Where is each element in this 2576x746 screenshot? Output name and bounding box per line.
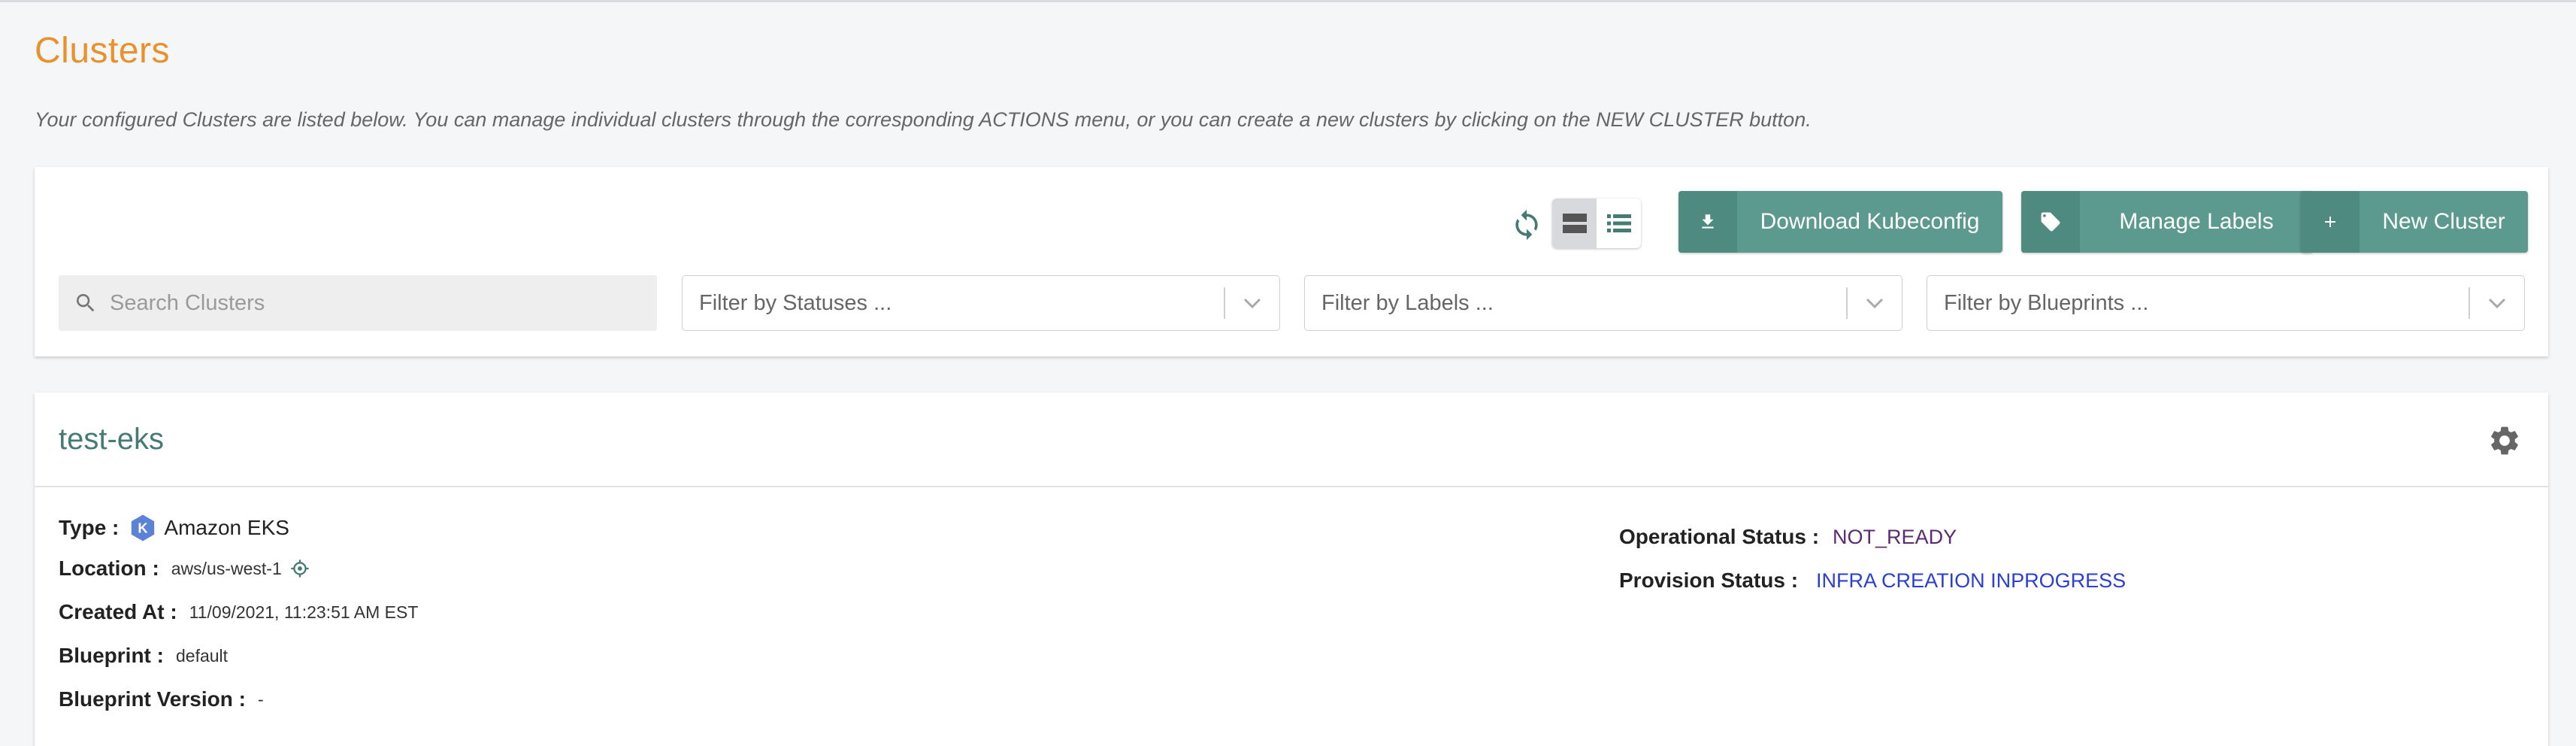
list-view-icon	[1606, 214, 1631, 232]
svg-text:K: K	[138, 520, 149, 536]
search-icon	[77, 294, 95, 312]
location-value: aws/us-west-1	[171, 558, 282, 578]
location-label: Location :	[59, 556, 159, 580]
cluster-actions-button[interactable]	[2484, 420, 2526, 462]
card-view-button[interactable]	[1552, 199, 1597, 248]
chevron-down-icon	[2488, 298, 2506, 309]
cluster-name-link[interactable]: test-eks	[59, 423, 164, 456]
blueprint-version-row: Blueprint Version : -	[59, 687, 264, 711]
labels-filter-placeholder: Filter by Labels ...	[1321, 290, 1494, 315]
provision-status-label: Provision Status :	[1619, 569, 1799, 592]
blueprint-version-value: -	[257, 689, 264, 709]
search-box	[59, 274, 657, 332]
cluster-card: test-eks Type : K Amazon EKS Location : …	[35, 393, 2548, 746]
page-title: Clusters	[35, 31, 171, 71]
page-subtitle: Your configured Clusters are listed belo…	[35, 108, 1812, 131]
type-label: Type :	[59, 516, 120, 539]
new-cluster-label: New Cluster	[2382, 209, 2505, 234]
location-target-icon[interactable]	[289, 558, 310, 579]
blueprint-value: default	[176, 645, 229, 666]
view-toggle	[1552, 199, 1641, 248]
created-label: Created At :	[59, 600, 177, 623]
provision-status-row: Provision Status : INFRA CREATION INPROG…	[1619, 569, 2126, 593]
status-filter-select[interactable]: Filter by Statuses ...	[682, 275, 1280, 331]
type-value: Amazon EKS	[164, 516, 289, 539]
blueprint-version-label: Blueprint Version :	[59, 687, 246, 711]
list-view-button[interactable]	[1597, 199, 1641, 248]
status-filter-placeholder: Filter by Statuses ...	[699, 290, 892, 315]
operational-status-label: Operational Status :	[1619, 525, 1820, 548]
blueprints-filter-select[interactable]: Filter by Blueprints ...	[1927, 275, 2525, 331]
provision-status-value[interactable]: INFRA CREATION INPROGRESS	[1816, 569, 2126, 593]
top-border	[0, 0, 2576, 2]
plus-icon	[2325, 217, 2335, 227]
download-icon	[1702, 214, 1714, 229]
chevron-down-icon	[1243, 298, 1261, 309]
toolbar-card: Download Kubeconfig Manage Labels New Cl…	[35, 167, 2548, 356]
manage-labels-label: Manage Labels	[2119, 209, 2274, 234]
blueprint-label: Blueprint :	[59, 644, 164, 667]
manage-labels-button[interactable]: Manage Labels	[2021, 191, 2313, 253]
type-row: Type : K Amazon EKS	[59, 513, 289, 543]
refresh-button[interactable]	[1500, 199, 1553, 251]
amazon-eks-icon: K	[132, 514, 155, 541]
location-row: Location : aws/us-west-1	[59, 556, 310, 581]
card-divider	[35, 486, 2548, 487]
download-kubeconfig-button[interactable]: Download Kubeconfig	[1678, 191, 2002, 253]
new-cluster-button[interactable]: New Cluster	[2301, 191, 2528, 253]
blueprints-filter-placeholder: Filter by Blueprints ...	[1944, 290, 2149, 315]
created-row: Created At : 11/09/2021, 11:23:51 AM EST	[59, 600, 418, 624]
chevron-down-icon	[1866, 298, 1884, 309]
gear-icon	[2491, 426, 2518, 455]
operational-status-row: Operational Status : NOT_READY	[1619, 525, 1957, 549]
labels-filter-select[interactable]: Filter by Labels ...	[1304, 275, 1902, 331]
created-value: 11/09/2021, 11:23:51 AM EST	[189, 602, 419, 622]
download-kubeconfig-label: Download Kubeconfig	[1760, 209, 1980, 234]
search-input[interactable]	[108, 274, 657, 332]
refresh-icon	[1515, 209, 1538, 241]
blueprint-row: Blueprint : default	[59, 644, 228, 668]
card-view-icon	[1562, 214, 1587, 233]
tag-icon	[2041, 212, 2060, 232]
operational-status-value: NOT_READY	[1833, 525, 1957, 548]
